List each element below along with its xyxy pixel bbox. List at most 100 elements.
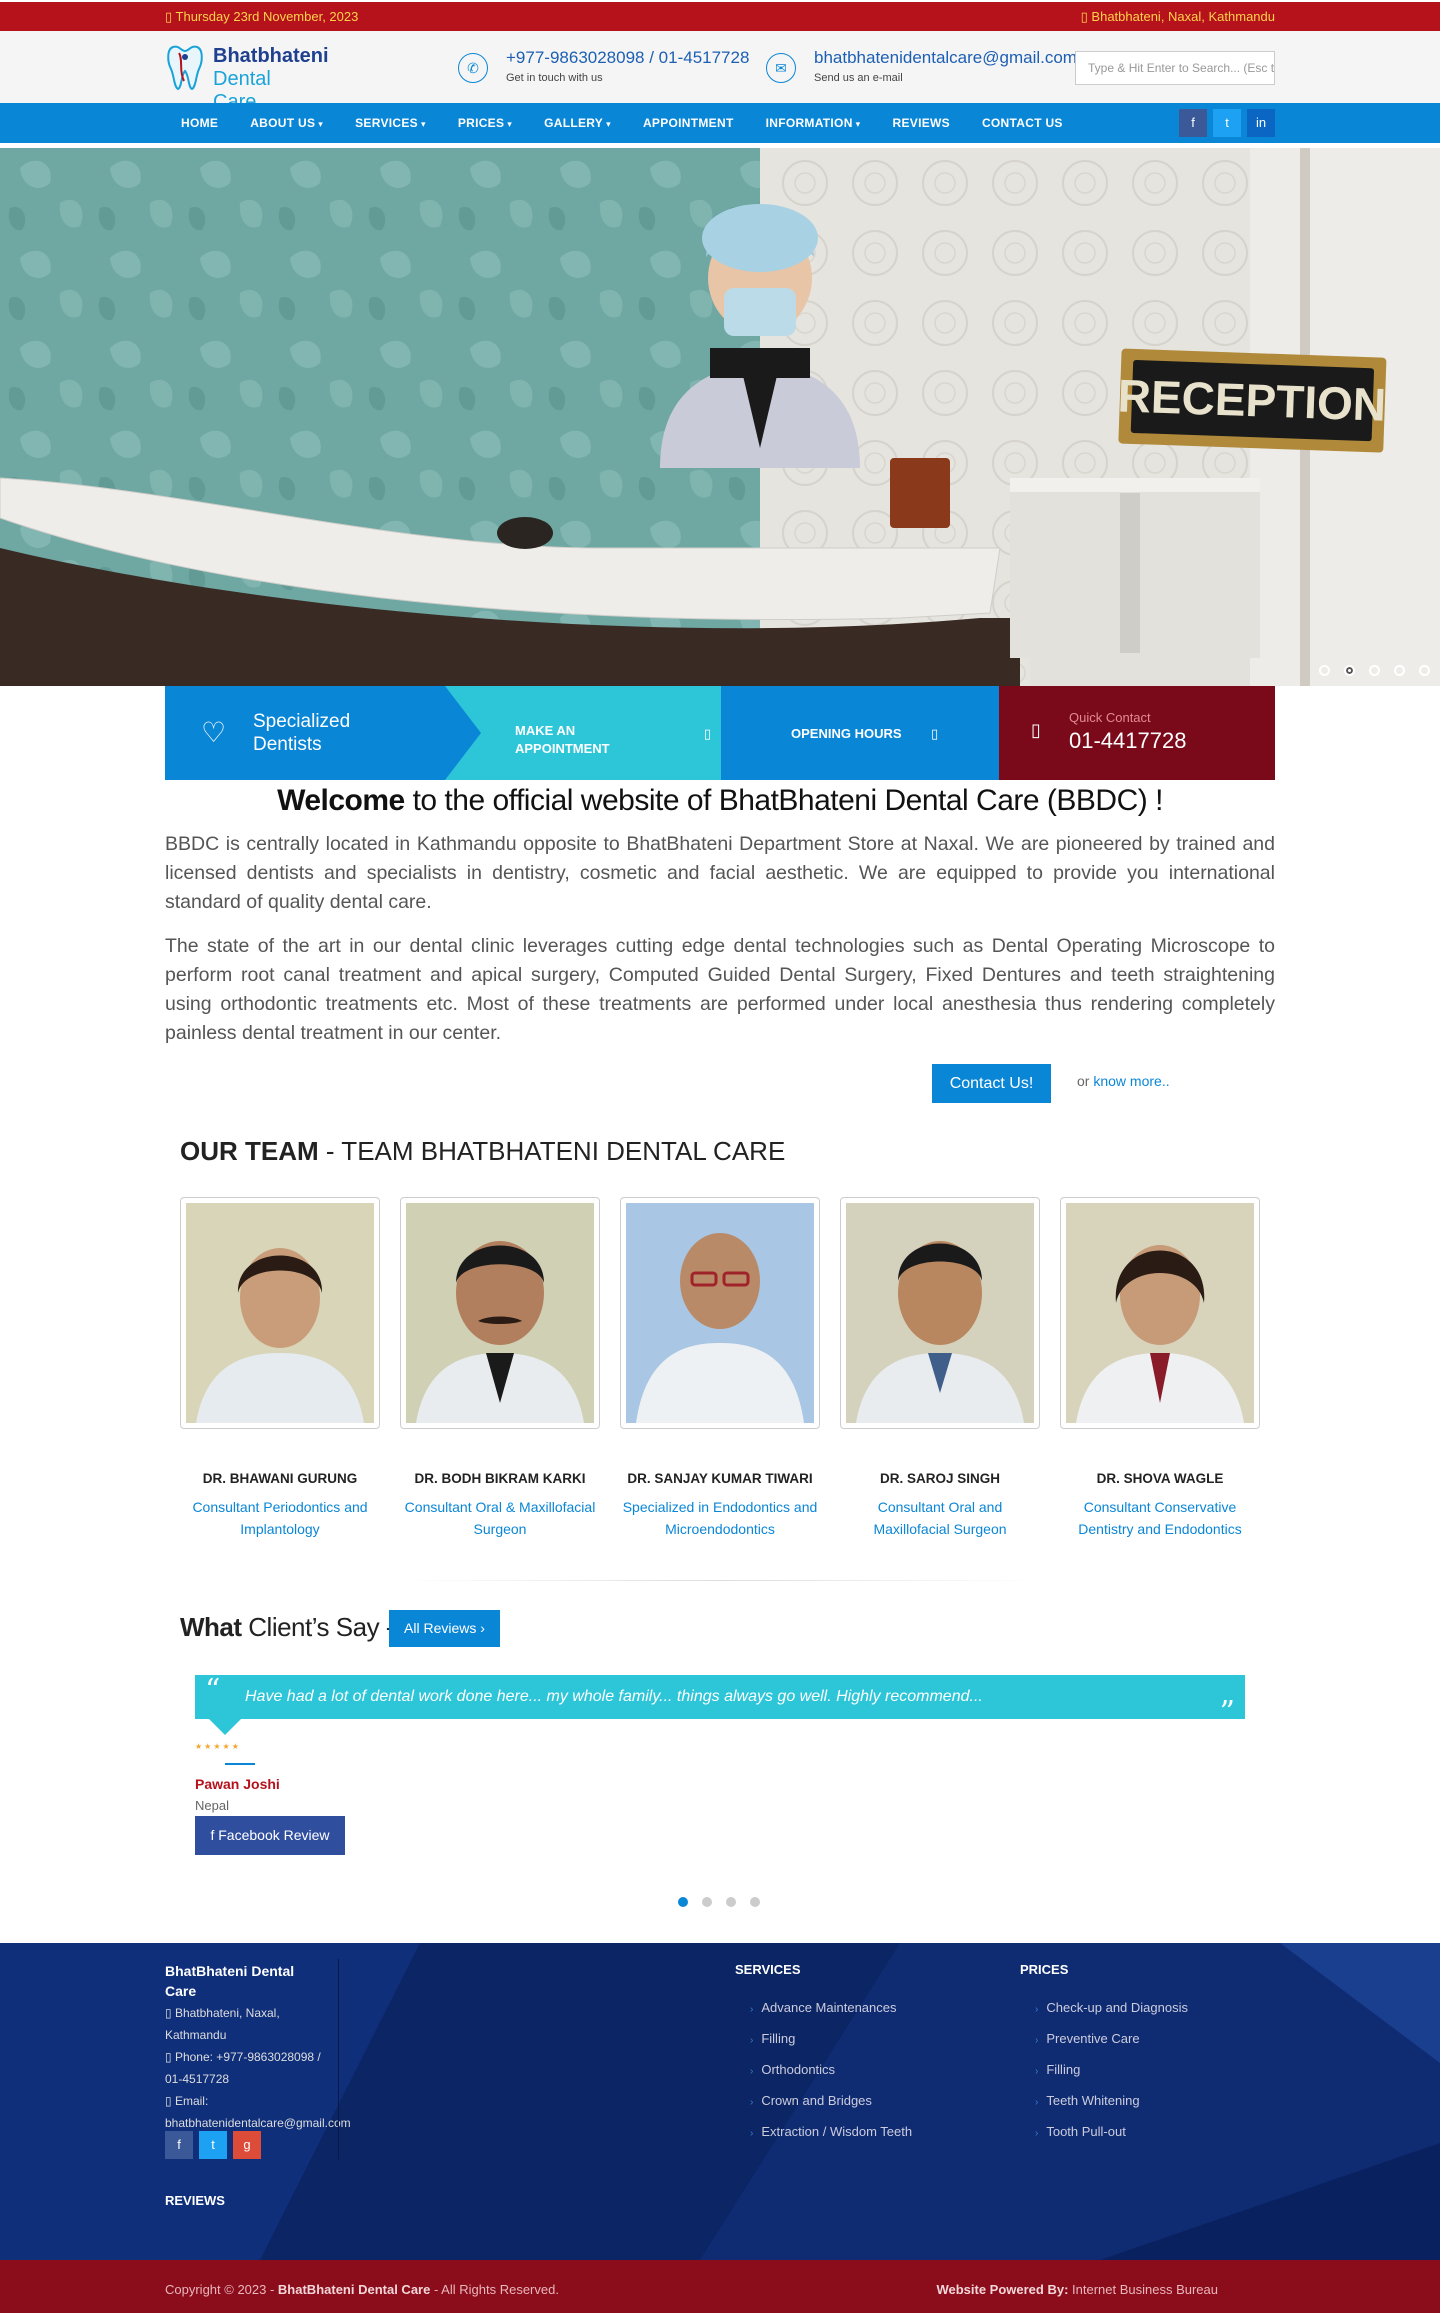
footer-email-value[interactable]: bhatbhatenidentalcare@gmail.com <box>165 2116 351 2130</box>
member-role: Consultant Oral & Maxillofacial Surgeon <box>404 1499 596 1537</box>
clock-icon: ▯ <box>931 726 939 741</box>
footer-link[interactable]: › Filling <box>750 2024 912 2055</box>
team-member[interactable]: DR. BODH BIKRAM KARKI Consultant Oral & … <box>400 1197 600 1540</box>
linkedin-icon[interactable]: in <box>1247 109 1275 137</box>
all-reviews-button[interactable]: All Reviews › <box>389 1610 500 1647</box>
footer-prices-list: › Check-up and Diagnosis › Preventive Care ›… <box>1035 1993 1188 2148</box>
email-address[interactable]: bhatbhatenidentalcare@gmail.com <box>814 48 1077 68</box>
nav-item-gallery[interactable]: GALLERY ▾ <box>528 103 627 143</box>
search-input[interactable]: Type & Hit Enter to Search... (Esc to cl… <box>1075 51 1275 85</box>
facebook-review-label: Facebook Review <box>218 1827 330 1843</box>
nav-item-information[interactable]: INFORMATION ▾ <box>750 103 877 143</box>
quick-contact-box[interactable]: ▯ Quick Contact 01-4417728 <box>999 686 1275 780</box>
contact-us-button[interactable]: Contact Us! <box>932 1064 1051 1103</box>
nav-item-label: PRICES <box>457 116 505 130</box>
phone-number[interactable]: +977-9863028098 / 01-4517728 <box>506 48 749 68</box>
slider-dot-active[interactable] <box>1344 665 1355 676</box>
member-photo-frame <box>620 1197 820 1429</box>
all-reviews-label: All Reviews <box>404 1620 477 1636</box>
feature-strip: ♡ Specialized Dentists MAKE AN APPOINTME… <box>165 686 1275 780</box>
team-member[interactable]: DR. SAROJ SINGH Consultant Oral and Maxi… <box>840 1197 1040 1540</box>
slider-dot[interactable] <box>1419 665 1430 676</box>
slider-dot[interactable] <box>1369 665 1380 676</box>
footer-link[interactable]: › Orthodontics <box>750 2055 912 2086</box>
footer-link[interactable]: › Crown and Bridges <box>750 2086 912 2117</box>
heart-search-icon: ♡ <box>201 717 227 748</box>
intro-paragraph-2: The state of the art in our dental clini… <box>165 935 1275 1044</box>
footer-link-label: Teeth Whitening <box>1046 2093 1140 2108</box>
team-heading-rest: - TEAM BHATBHATENI DENTAL CARE <box>318 1136 786 1166</box>
powered-by-label: Website Powered By: <box>936 2282 1069 2297</box>
nav-item-label: CONTACT US <box>981 116 1063 130</box>
twitter-icon[interactable]: t <box>1213 109 1241 137</box>
opening-hours-button[interactable]: OPENING HOURS ▯ <box>721 686 999 780</box>
facebook-icon[interactable]: f <box>1179 109 1207 137</box>
footer-link-label: Crown and Bridges <box>761 2093 872 2108</box>
nav-item-about-us[interactable]: ABOUT US ▾ <box>234 103 339 143</box>
footer-services-list: › Advance Maintenances › Filling › Orthodonti… <box>750 1993 912 2148</box>
open-quote-icon: “ <box>205 1673 221 1708</box>
footer-link[interactable]: › Teeth Whitening <box>1035 2086 1188 2117</box>
chevron-right-icon: › <box>750 2097 754 2108</box>
footer-link[interactable]: › Advance Maintenances <box>750 1993 912 2024</box>
chevron-right-icon: › <box>1035 2035 1039 2046</box>
nav-item-appointment[interactable]: APPOINTMENT <box>627 103 750 143</box>
footer-link-label: Check-up and Diagnosis <box>1046 2000 1188 2015</box>
twitter-icon[interactable]: t <box>199 2131 227 2159</box>
footer-link[interactable]: › Extraction / Wisdom Teeth <box>750 2117 912 2148</box>
copyright-prefix: Copyright © 2023 - <box>165 2282 278 2297</box>
email-subtext: Send us an e-mail <box>814 72 903 84</box>
nav-item-reviews[interactable]: REVIEWS <box>877 103 966 143</box>
member-photo-frame <box>840 1197 1040 1429</box>
facebook-review-button[interactable]: f Facebook Review <box>195 1816 345 1855</box>
hero-slider[interactable]: RECEPTION <box>0 148 1440 686</box>
nav-item-services[interactable]: SERVICES ▾ <box>339 103 442 143</box>
team-member[interactable]: DR. BHAWANI GURUNG Consultant Periodonti… <box>180 1197 380 1540</box>
member-role: Consultant Conservative Dentistry and En… <box>1078 1499 1242 1537</box>
nav-item-home[interactable]: HOME <box>165 103 234 143</box>
location-value: Bhatbhateni, Naxal, Kathmandu <box>1091 9 1275 24</box>
footer-link[interactable]: › Preventive Care <box>1035 2024 1188 2055</box>
slider-dot[interactable] <box>1319 665 1330 676</box>
site-header: Bhatbhateni Dental Care ✆ +977-986302809… <box>0 31 1440 113</box>
testimonial-dots <box>678 1897 760 1907</box>
member-name: DR. SHOVA WAGLE <box>1096 1471 1224 1486</box>
slider-dot[interactable] <box>1394 665 1405 676</box>
site-logo[interactable]: Bhatbhateni Dental Care <box>165 39 329 113</box>
team-member[interactable]: DR. SANJAY KUMAR TIWARI Specialized in E… <box>620 1197 820 1540</box>
footer-link-label: Filling <box>761 2031 796 2046</box>
testimonial-dot[interactable] <box>702 1897 712 1907</box>
opening-hours-label: OPENING HOURS <box>791 726 902 741</box>
quick-contact-phone: 01-4417728 <box>1069 728 1187 753</box>
footer-link-label: Advance Maintenances <box>761 2000 897 2015</box>
team-member[interactable]: DR. SHOVA WAGLE Consultant Conservative … <box>1060 1197 1260 1540</box>
testimonial-dot-active[interactable] <box>678 1897 688 1907</box>
nav-item-label: SERVICES <box>355 116 418 130</box>
welcome-bold: Welcome <box>277 784 405 817</box>
nav-item-contact-us[interactable]: CONTACT US <box>966 103 1079 143</box>
quote-tail <box>209 1719 241 1735</box>
footer-link[interactable]: › Check-up and Diagnosis <box>1035 1993 1188 2024</box>
nav-item-prices[interactable]: PRICES ▾ <box>442 103 528 143</box>
rating-stars: ★★★★★ <box>195 1742 241 1751</box>
footer-link-label: Extraction / Wisdom Teeth <box>761 2124 913 2139</box>
nav-items: HOME ABOUT US ▾ SERVICES ▾ PRICES ▾ GALLERY ▾ APP… <box>165 103 1079 143</box>
google-plus-icon[interactable]: g <box>233 2131 261 2159</box>
footer-link[interactable]: › Tooth Pull-out <box>1035 2117 1188 2148</box>
specialized-dentists-text: Specialized Dentists <box>253 711 351 755</box>
footer-email-label: Email: <box>174 2094 209 2108</box>
footer-link[interactable]: › Filling <box>1035 2055 1188 2086</box>
member-photo <box>1066 1203 1254 1423</box>
make-appointment-button[interactable]: MAKE AN APPOINTMENT ▯ <box>445 686 721 780</box>
nav-item-label: GALLERY <box>544 116 604 130</box>
star-icon: ★ <box>204 1742 214 1751</box>
member-photo-frame <box>180 1197 380 1429</box>
testimonial-dot[interactable] <box>750 1897 760 1907</box>
copyright-text: Copyright © 2023 - BhatBhateni Dental Ca… <box>165 2282 559 2297</box>
facebook-icon[interactable]: f <box>165 2131 193 2159</box>
chevron-right-icon: › <box>1035 2066 1039 2077</box>
phone-subtext: Get in touch with us <box>506 72 603 84</box>
know-more-link[interactable]: know more.. <box>1093 1073 1169 1089</box>
testimonial-dot[interactable] <box>726 1897 736 1907</box>
powered-by-link[interactable]: Internet Business Bureau <box>1068 2282 1218 2297</box>
